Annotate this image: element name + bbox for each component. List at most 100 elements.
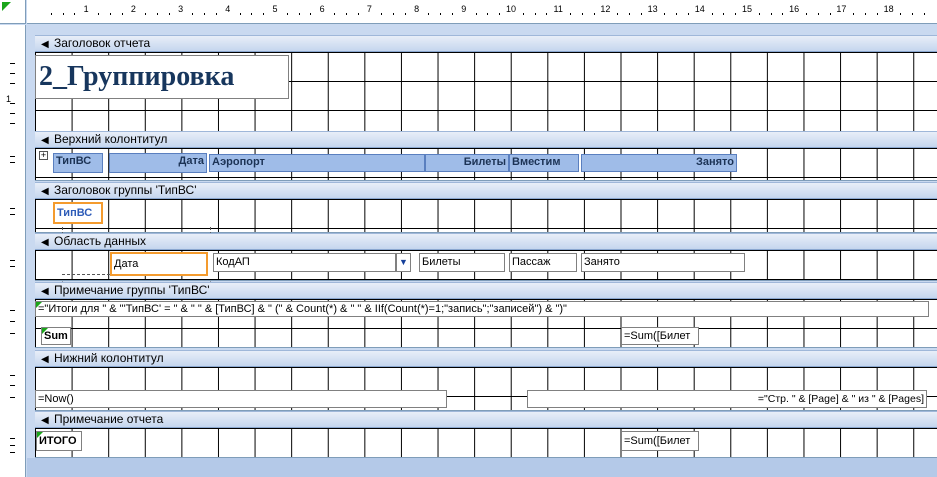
section-arrow-icon: ◀ — [41, 415, 49, 426]
section-arrow-icon: ◀ — [41, 39, 49, 50]
section-label: Примечание группы 'ТипВС' — [54, 283, 210, 297]
layout-move-handle-icon[interactable]: + — [39, 151, 48, 160]
section-body-detail[interactable]: Дата КодАП ▼ Билеты Пассаж Занято — [35, 250, 937, 281]
ruler-tick — [286, 13, 288, 15]
ruler-tick — [204, 13, 206, 15]
ruler-tick — [393, 13, 394, 15]
horizontal-ruler[interactable]: 1 2 3 4 5 6 7 8 9 10 11 12 13 14 15 16 17 18 — [27, 0, 937, 24]
page-footer-now-field[interactable]: =Now() — [35, 390, 447, 408]
section-bar-report-header[interactable]: ◀ Заголовок отчета — [35, 35, 937, 52]
section-body-page-header[interactable]: + ТипВС Дата Аэропорт Билеты Вместим Зан… — [35, 148, 937, 181]
ruler-tick — [617, 13, 619, 15]
ruler-tick — [10, 333, 15, 334]
header-label-data[interactable]: Дата — [109, 153, 207, 173]
ruler-number: 8 — [414, 4, 420, 14]
section-arrow-icon: ◀ — [41, 286, 49, 297]
report-title-label[interactable]: 2_Группировка — [35, 55, 289, 99]
group-footer-sum-expression[interactable]: =Sum([Билет — [621, 327, 699, 345]
ruler-tick — [546, 13, 548, 15]
section-arrow-icon: ◀ — [41, 135, 49, 146]
header-label-airport[interactable]: Аэропорт — [209, 154, 425, 172]
corner-marker-icon — [2, 2, 11, 11]
design-surface: ◀ Заголовок отчета 2_Группировка ◀ Верхний… — [27, 25, 937, 477]
ruler-tick — [912, 13, 914, 15]
ruler-tick — [10, 83, 15, 84]
section-body-report-header[interactable]: 2_Группировка — [35, 52, 937, 132]
ruler-number: 13 — [647, 4, 658, 14]
select-report-corner[interactable] — [0, 0, 26, 24]
ruler-tick — [723, 13, 725, 15]
ruler-tick — [404, 13, 406, 15]
section-arrow-icon: ◀ — [41, 354, 49, 365]
ruler-tick — [581, 13, 583, 15]
section-bar-page-header[interactable]: ◀ Верхний колонтитул — [35, 131, 937, 148]
detail-field-tickets[interactable]: Билеты — [419, 253, 505, 272]
ruler-tick — [499, 13, 501, 15]
ruler-tick — [50, 13, 52, 15]
header-label-tickets[interactable]: Билеты — [425, 154, 509, 172]
ruler-tick — [853, 13, 855, 15]
ruler-tick — [239, 13, 241, 15]
section-bar-report-footer[interactable]: ◀ Примечание отчета — [35, 411, 937, 428]
ruler-number: 4 — [225, 4, 231, 14]
ruler-tick — [10, 162, 15, 163]
vertical-ruler[interactable]: 1 — [0, 25, 26, 477]
ruler-tick — [806, 13, 807, 15]
section-label: Заголовок отчета — [54, 36, 151, 50]
ruler-tick — [876, 13, 878, 15]
ruler-tick — [522, 13, 524, 15]
ruler-number: 6 — [319, 4, 325, 14]
ruler-tick — [109, 13, 111, 15]
section-label: Область данных — [54, 234, 146, 248]
ruler-tick — [121, 13, 123, 15]
ruler-number: 15 — [741, 4, 753, 14]
report-footer-sum-expression[interactable]: =Sum([Билет — [621, 431, 699, 451]
ruler-tick — [192, 13, 194, 15]
section-label: Примечание отчета — [54, 412, 164, 426]
ruler-tick — [298, 13, 300, 15]
ruler-tick — [10, 73, 15, 74]
section-bar-page-footer[interactable]: ◀ Нижний колонтитул — [35, 350, 937, 367]
group-field-tipvs[interactable]: ТипВС — [53, 202, 103, 224]
ruler-tick — [10, 123, 15, 124]
ruler-number: 3 — [178, 4, 184, 14]
ruler-tick — [10, 156, 15, 157]
detail-field-airport-code[interactable]: КодАП — [213, 253, 396, 272]
header-label-occupied[interactable]: Занято — [581, 154, 737, 172]
ruler-tick — [10, 214, 15, 215]
detail-field-date[interactable]: Дата — [110, 252, 208, 276]
ruler-number: 5 — [272, 4, 278, 14]
header-label-capacity[interactable]: Вместим — [509, 154, 579, 172]
ruler-tick — [475, 13, 477, 15]
page-footer-page-number-field[interactable]: ="Стр. " & [Page] & " из " & [Pages] — [527, 390, 927, 408]
ruler-tick — [10, 266, 15, 267]
ruler-tick — [334, 13, 335, 15]
ruler-number: 2 — [130, 4, 136, 14]
header-label-tipvs[interactable]: ТипВС — [53, 153, 103, 173]
combo-dropdown-icon[interactable]: ▼ — [396, 253, 411, 272]
ruler-tick — [62, 13, 64, 15]
ruler-tick — [10, 445, 15, 446]
ruler-tick — [168, 13, 170, 15]
ruler-tick — [216, 13, 217, 15]
error-marker-icon — [37, 432, 43, 438]
group-footer-summary-expression[interactable]: ="Итоги для " & "'ТипВС' = " & " " & [Ти… — [35, 301, 929, 317]
detail-field-occupied[interactable]: Занято — [581, 253, 745, 272]
section-body-group-footer[interactable]: ="Итоги для " & "'ТипВС' = " & " " & [Ти… — [35, 299, 937, 348]
ruler-tick — [570, 13, 571, 15]
section-label: Нижний колонтитул — [54, 351, 164, 365]
ruler-tick — [10, 63, 15, 64]
ruler-tick — [735, 13, 737, 15]
error-marker-icon — [36, 302, 42, 308]
report-end-area — [27, 458, 937, 477]
section-bar-group-header[interactable]: ◀ Заголовок группы 'ТипВС' — [35, 182, 937, 199]
ruler-number: 18 — [883, 4, 894, 14]
section-body-report-footer[interactable]: ИТОГО =Sum([Билет — [35, 428, 937, 458]
ruler-number: 9 — [461, 4, 467, 14]
section-label: Верхний колонтитул — [54, 132, 168, 146]
section-bar-detail[interactable]: ◀ Область данных — [35, 233, 937, 250]
section-body-group-header[interactable]: ТипВС — [35, 199, 937, 297]
section-bar-group-footer[interactable]: ◀ Примечание группы 'ТипВС' — [35, 282, 937, 299]
section-body-page-footer[interactable]: =Now() ="Стр. " & [Page] & " из " & [Pag… — [35, 367, 937, 411]
detail-field-passengers[interactable]: Пассаж — [509, 253, 577, 272]
